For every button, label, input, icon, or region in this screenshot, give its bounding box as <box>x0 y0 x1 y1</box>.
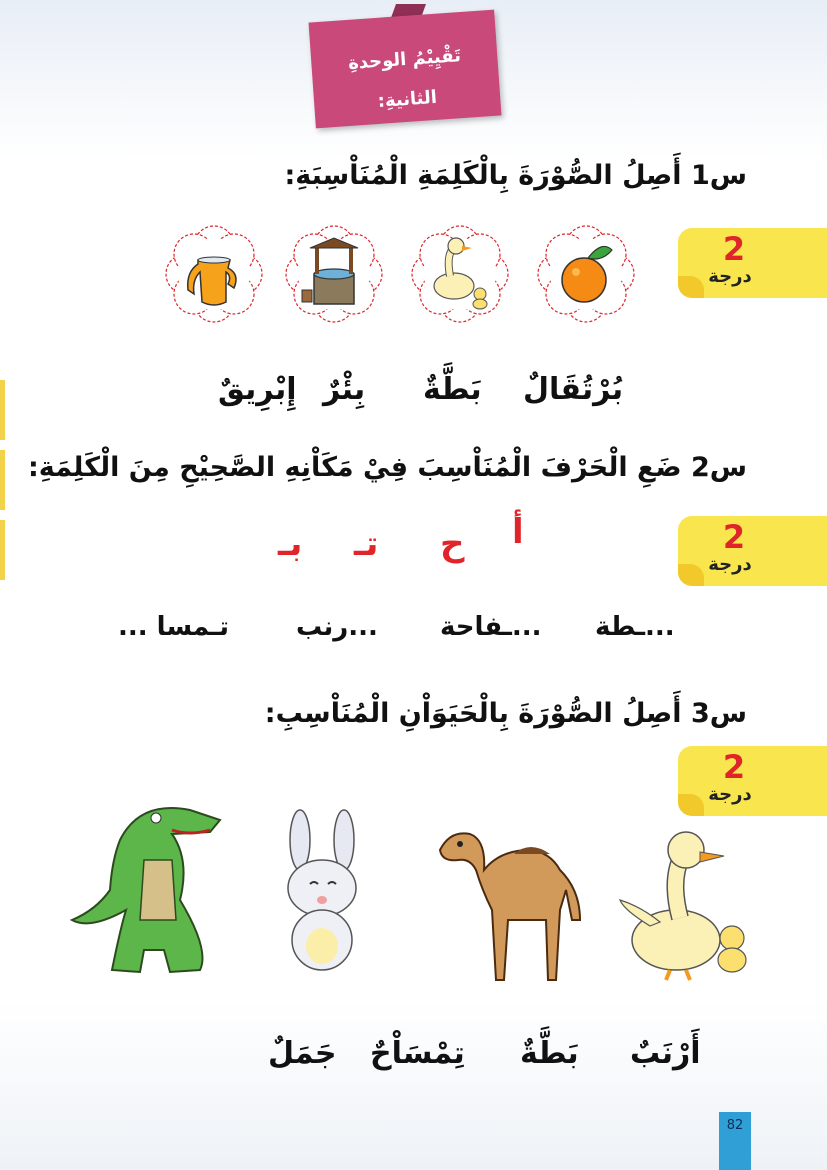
q1-word-2: بَطَّةٌ <box>423 372 482 407</box>
q2-word-2: ...ـفاحة <box>440 612 542 642</box>
duck-icon <box>411 225 509 323</box>
q2-letter-2: ح <box>440 524 465 564</box>
score-number: 2 <box>722 518 746 556</box>
score-badge-1: 2 درجة <box>678 228 827 298</box>
q3-animals <box>69 807 747 981</box>
edge-tab <box>0 520 5 580</box>
score-label: درجة <box>708 554 752 575</box>
q2-letter-3: تـ <box>354 524 379 564</box>
score-label: درجة <box>708 266 752 287</box>
q3-word-2: بَطَّةٌ <box>520 1036 579 1071</box>
score-number: 2 <box>722 230 746 268</box>
banner-title: تَقْيِيْمُ الوحدةِ الثانيةِ: <box>315 34 496 126</box>
q2-letter-1: أ <box>512 512 524 552</box>
q3-word-4: جَمَلٌ <box>268 1036 337 1071</box>
duck-icon <box>618 831 747 981</box>
edge-tab <box>0 380 5 440</box>
q3-word-1: أَرْنَبٌ <box>630 1036 701 1071</box>
rabbit-icon <box>287 809 357 971</box>
orange-icon <box>537 225 635 323</box>
question-3: س3 أَصِلُ الصُّوْرَةَ بِالْحَيَوَاْنِ ال… <box>264 698 747 729</box>
q2-word-1: ...ـطة <box>595 612 675 642</box>
camel-icon <box>438 832 582 981</box>
well-icon <box>285 225 383 323</box>
crocodile-icon <box>69 807 222 974</box>
score-number: 2 <box>722 748 746 786</box>
q1-word-1: بُرْتُقَالٌ <box>523 372 624 407</box>
score-badge-2: 2 درجة <box>678 516 827 586</box>
q2-letter-4: بـ <box>278 524 303 564</box>
q1-word-3: بِئْرٌ <box>323 372 366 407</box>
q1-word-4: إِبْرِيقٌ <box>218 372 297 407</box>
page-number-box: 82 <box>719 1112 751 1170</box>
page-number: 82 <box>726 1118 744 1133</box>
jug-icon <box>165 225 263 323</box>
question-1: س1 أَصِلُ الصُّوْرَةَ بِالْكَلِمَةِ الْم… <box>284 160 747 191</box>
q1-pictures <box>165 225 635 323</box>
q3-word-3: تِمْسَاْحٌ <box>370 1036 465 1071</box>
q2-word-3: ...رنب <box>296 612 378 642</box>
question-2: س2 ضَعِ الْحَرْفَ الْمُنَاْسِبَ فِيْ مَك… <box>28 452 747 483</box>
edge-tab <box>0 450 5 510</box>
q2-word-4: تـمسا ... <box>118 612 229 642</box>
